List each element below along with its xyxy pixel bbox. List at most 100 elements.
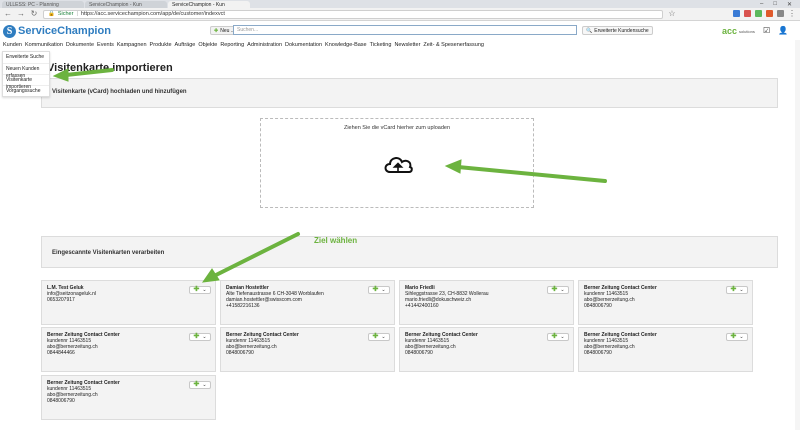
close-icon[interactable]: ✕ [787,1,792,8]
card-add-button[interactable]: ✚ ⌄ [368,333,390,341]
app-header: S ServiceChampion ✚ Neu ... Suchen... 🔍 … [0,22,800,40]
plus-icon: ✚ [730,286,737,293]
dropzone-label: Ziehen Sie die vCard hierher zum uploade… [343,125,451,131]
menu-item-kampagnen[interactable]: Kampagnen [117,42,147,50]
contact-card: L.M. Test Geluk info@seitzonageluk.nl 06… [41,280,216,325]
user-icon[interactable]: 👤 [778,26,788,35]
search-icon: 🔍 [586,27,593,34]
menu-item-administration[interactable]: Administration [247,42,282,50]
browser-tab[interactable]: ServiceChampion - Kun [85,1,167,8]
reload-icon[interactable]: ↻ [30,10,38,18]
scanned-cards-panel: Eingescannte Visitenkarten verarbeiten [41,236,778,268]
card-add-button[interactable]: ✚ ⌄ [726,333,748,341]
menu-item-reporting[interactable]: Reporting [220,42,244,50]
menu-item-newsletter[interactable]: Newsletter [394,42,420,50]
card-line: 0848006790 [47,398,75,404]
browser-addressbar: ← → ↻ 🔒 Sicher | https://acc.servicecham… [0,8,800,21]
contact-card: Berner Zeitung Contact Center kundennr 1… [399,327,574,372]
cloud-upload-icon [384,157,413,173]
plus-icon: ✚ [551,333,558,340]
card-line: +41582216136 [226,303,260,309]
browser-tab[interactable]: ULLESS: PC - Planning [2,1,84,8]
minimize-icon[interactable]: – [760,1,763,8]
extended-search-button[interactable]: 🔍 Erweiterte Kundensuche [582,26,653,35]
page-scrollbar[interactable] [795,40,800,430]
extension-icons: ⋮ [733,10,796,18]
chevron-down-icon: ⌄ [739,334,744,340]
chevron-down-icon: ⌄ [381,287,386,293]
card-add-button[interactable]: ✚ ⌄ [368,286,390,294]
chevron-down-icon: ⌄ [739,287,744,293]
dropdown-item-neuen-kunden[interactable]: Neuen Kunden erfassen [3,63,49,79]
card-line: 0848006790 [226,350,254,356]
page-title: Visitenkarte importieren [47,62,173,74]
chevron-down-icon: ⌄ [560,287,565,293]
menu-item-objekte[interactable]: Objekte [198,42,217,50]
main-menu: Kunden Kommunikation Dokumente Events Ka… [3,42,484,50]
extension-icon[interactable] [766,10,773,17]
url-text: https://acc.servicechampion.com/app/de/c… [80,11,225,17]
url-field[interactable]: 🔒 Sicher | https://acc.servicechampion.c… [43,9,663,19]
window-controls: – □ ✕ [760,1,800,8]
browser-tab-active[interactable]: ServiceChampion - Kun [168,1,250,8]
plus-icon: ✚ [551,286,558,293]
card-add-button[interactable]: ✚ ⌄ [189,286,211,294]
browser-tabbar: ULLESS: PC - Planning ServiceChampion - … [0,0,800,8]
secure-label: Sicher [57,11,74,17]
card-add-button[interactable]: ✚ ⌄ [189,333,211,341]
menu-dots-icon[interactable]: ⋮ [788,10,796,18]
logo-mark: S [3,24,16,38]
contact-card: Berner Zeitung Contact Center kundennr 1… [578,280,753,325]
card-line: 0848006790 [584,350,612,356]
plus-icon: ✚ [372,286,379,293]
separator: | [76,11,78,17]
forward-icon[interactable]: → [17,10,25,18]
acc-logo: acc solutions [722,26,755,36]
kunden-dropdown: Erweiterte Suche Neuen Kunden erfassen V… [2,51,50,97]
contact-card: Berner Zeitung Contact Center kundennr 1… [220,327,395,372]
upload-panel: Visitenkarte (vCard) hochladen und hinzu… [41,78,778,108]
menu-item-auftraege[interactable]: Aufträge [175,42,196,50]
chevron-down-icon: ⌄ [202,382,207,388]
dropdown-item-erweiterte-suche[interactable]: Erweiterte Suche [3,52,49,63]
card-line: 0848006790 [405,350,433,356]
card-line: 0653207917 [47,297,75,303]
plus-icon: ✚ [193,286,200,293]
star-icon[interactable]: ☆ [668,10,676,18]
extension-icon[interactable] [744,10,751,17]
maximize-icon[interactable]: □ [773,1,777,8]
back-icon[interactable]: ← [4,10,12,18]
menu-item-produkte[interactable]: Produkte [150,42,172,50]
card-add-button[interactable]: ✚ ⌄ [189,381,211,389]
extension-icon[interactable] [755,10,762,17]
card-line: 0848006790 [584,303,612,309]
chevron-down-icon: ⌄ [381,334,386,340]
menu-item-dokumentation[interactable]: Dokumentation [285,42,322,50]
contact-card: Mario Friedli Sihleggstrasse 23, CH-8832… [399,280,574,325]
menu-item-kunden[interactable]: Kunden [3,42,22,50]
plus-icon: ✚ [730,333,737,340]
extension-icon[interactable] [733,10,740,17]
contact-card: Berner Zeitung Contact Center kundennr 1… [41,327,216,372]
menu-item-zeit-spesen[interactable]: Zeit- & Spesenerfassung [423,42,484,50]
menu-item-dokumente[interactable]: Dokumente [66,42,94,50]
acc-logo-sub: solutions [739,28,755,34]
plus-icon: ✚ [193,333,200,340]
menu-item-knowledge-base[interactable]: Knowledge-Base [325,42,367,50]
menu-item-ticketing[interactable]: Ticketing [370,42,392,50]
extension-icon[interactable] [777,10,784,17]
card-add-button[interactable]: ✚ ⌄ [547,333,569,341]
vcard-dropzone[interactable]: Ziehen Sie die vCard hierher zum uploade… [260,118,534,208]
menu-item-kommunikation[interactable]: Kommunikation [25,42,63,50]
search-input[interactable]: Suchen... [233,25,577,35]
scanned-panel-title: Eingescannte Visitenkarten verarbeiten [52,250,165,256]
contact-card: Berner Zeitung Contact Center kundennr 1… [41,375,216,420]
upload-panel-title: Visitenkarte (vCard) hochladen und hinzu… [52,89,187,95]
servicechampion-logo[interactable]: S ServiceChampion [3,24,111,38]
checklist-icon[interactable]: ☑ [763,26,770,35]
card-add-button[interactable]: ✚ ⌄ [547,286,569,294]
annotation-label: Ziel wählen [314,236,358,245]
contact-card: Berner Zeitung Contact Center kundennr 1… [578,327,753,372]
menu-item-events[interactable]: Events [97,42,114,50]
card-add-button[interactable]: ✚ ⌄ [726,286,748,294]
